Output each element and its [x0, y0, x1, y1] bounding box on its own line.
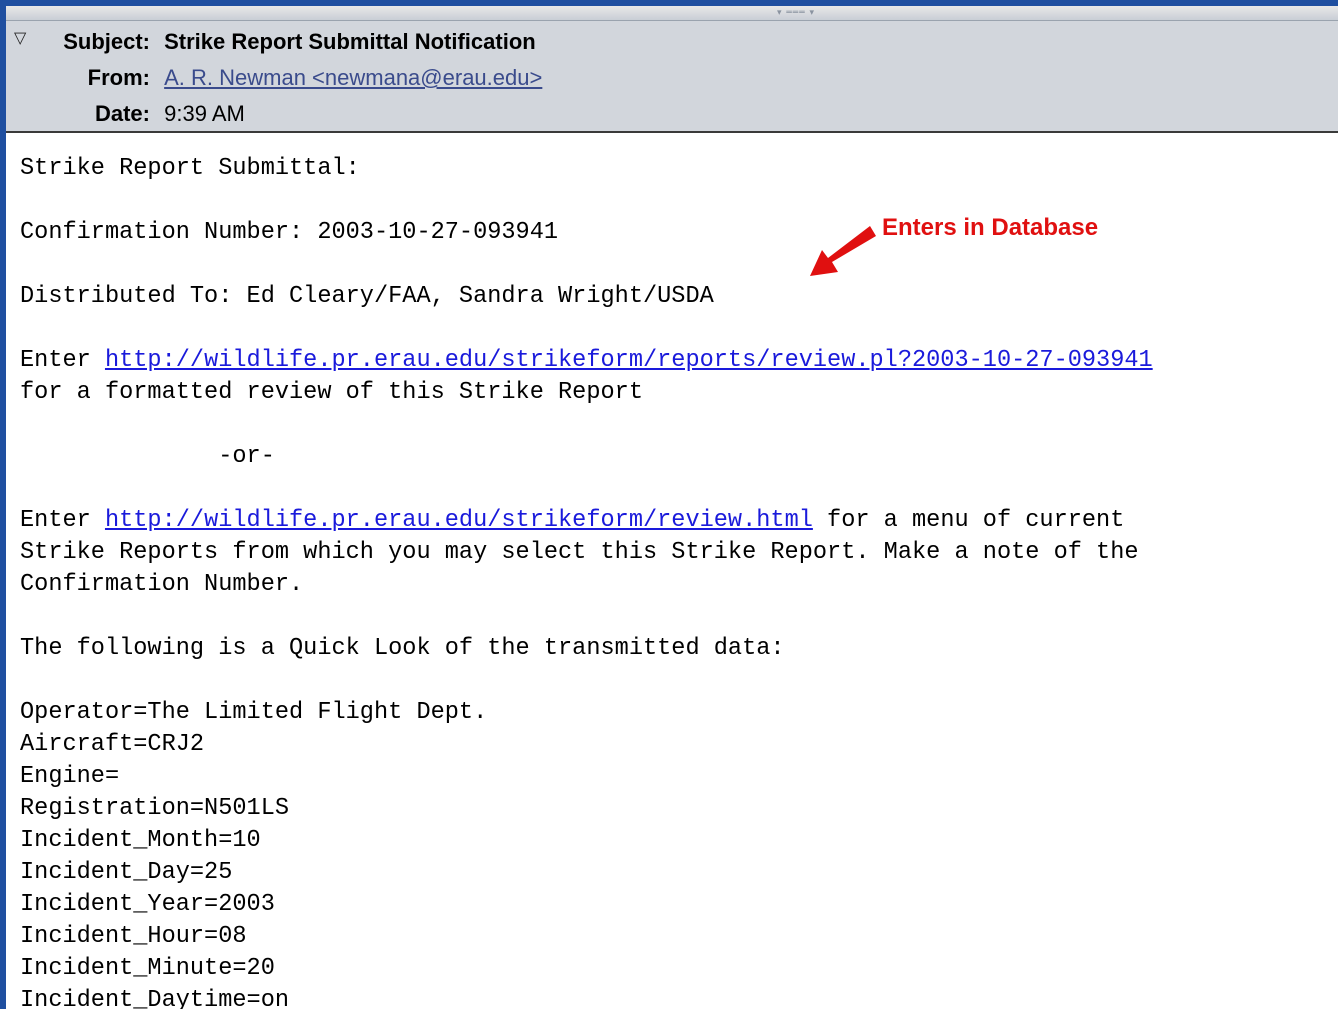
- message-window: ▾ ═══ ▾ ▽ Subject: Strike Report Submitt…: [6, 6, 1338, 1009]
- from-row: From: A. R. Newman <newmana@erau.edu>: [54, 63, 543, 93]
- field-line: Incident_Year=2003: [20, 891, 275, 918]
- message-header: ▽ Subject: Strike Report Submittal Notif…: [6, 21, 1338, 133]
- body-line: Strike Report Submittal:: [20, 155, 360, 182]
- subject-label: Subject:: [63, 29, 150, 54]
- subject-value: Strike Report Submittal Notification: [164, 29, 536, 54]
- menu-line-2: Strike Reports from which you may select…: [20, 539, 1139, 566]
- menu-line-3: Confirmation Number.: [20, 571, 304, 598]
- grip-icon[interactable]: ▾ ═══ ▾: [748, 8, 844, 18]
- review-report-link[interactable]: http://wildlife.pr.erau.edu/strikeform/r…: [105, 347, 1153, 374]
- quicklook-line: The following is a Quick Look of the tra…: [20, 635, 785, 662]
- review-suffix-line: for a formatted review of this Strike Re…: [20, 379, 643, 406]
- or-line: -or-: [20, 443, 275, 470]
- review-menu-link[interactable]: http://wildlife.pr.erau.edu/strikeform/r…: [105, 507, 813, 534]
- field-line: Incident_Month=10: [20, 827, 261, 854]
- from-address-link[interactable]: A. R. Newman <newmana@erau.edu>: [164, 65, 542, 90]
- field-line: Incident_Hour=08: [20, 923, 247, 950]
- field-line: Incident_Daytime=on: [20, 987, 290, 1009]
- enter-text: Enter: [20, 347, 105, 374]
- date-value: 9:39 AM: [164, 101, 245, 126]
- distributed-line: Distributed To: Ed Cleary/FAA, Sandra Wr…: [20, 283, 714, 310]
- review-line: Enter http://wildlife.pr.erau.edu/strike…: [20, 345, 1338, 377]
- field-line: Engine=: [20, 763, 120, 790]
- field-line: Incident_Day=25: [20, 859, 233, 886]
- menu-suffix: for a menu of current: [812, 507, 1125, 534]
- subject-row: Subject: Strike Report Submittal Notific…: [54, 27, 536, 57]
- date-label: Date:: [94, 101, 150, 126]
- confirmation-line: Confirmation Number: 2003-10-27-093941: [20, 219, 559, 246]
- field-line: Registration=N501LS: [20, 795, 290, 822]
- enter-text: Enter: [20, 507, 105, 534]
- field-line: Incident_Minute=20: [20, 955, 275, 982]
- field-line: Operator=The Limited Flight Dept.: [20, 699, 488, 726]
- annotation-arrow-icon: [810, 226, 876, 276]
- message-body: Strike Report Submittal: Confirmation Num…: [6, 133, 1338, 1009]
- from-label: From:: [87, 65, 150, 90]
- pane-splitter[interactable]: ▾ ═══ ▾: [6, 6, 1338, 21]
- menu-line: Enter http://wildlife.pr.erau.edu/strike…: [20, 505, 1338, 537]
- triangle-down-icon[interactable]: ▽: [14, 28, 34, 48]
- field-line: Aircraft=CRJ2: [20, 731, 205, 758]
- date-row: Date: 9:39 AM: [54, 99, 245, 129]
- annotation-label: Enters in Database: [882, 214, 1099, 241]
